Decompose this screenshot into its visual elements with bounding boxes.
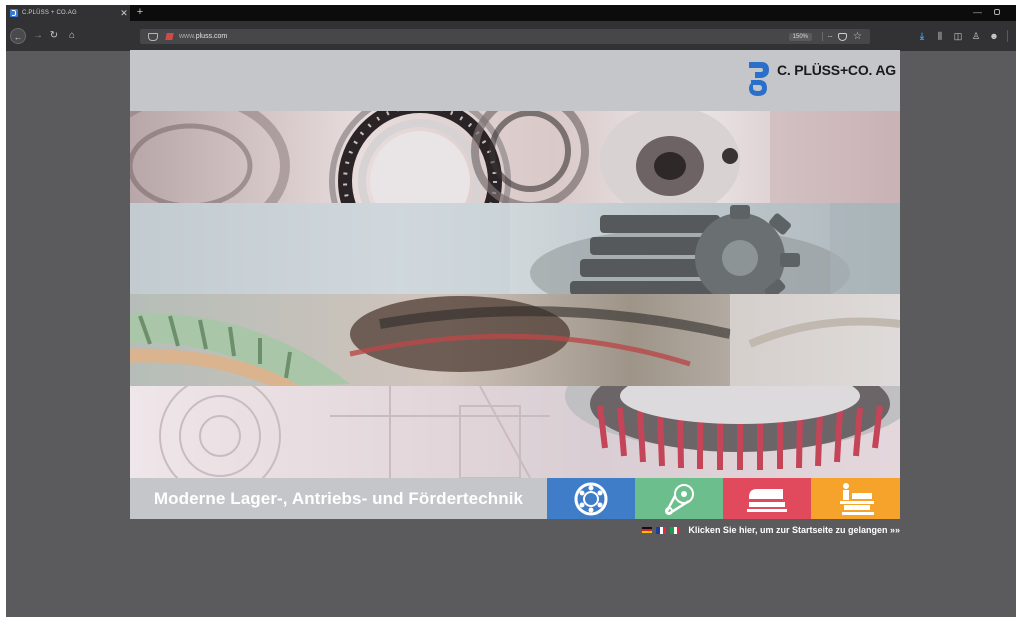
shield-icon[interactable]: [148, 32, 158, 41]
german-flag-icon[interactable]: [642, 526, 653, 534]
url-prefix: www.: [179, 33, 196, 40]
new-tab-button[interactable]: +: [134, 5, 146, 21]
divider: [1007, 30, 1008, 42]
category-bearing-button[interactable]: [547, 478, 635, 519]
browser-tab[interactable]: C.PLÜSS + CO.AG ✕: [6, 5, 130, 21]
bearing-icon: [574, 482, 608, 515]
library-icon[interactable]: ⫼: [935, 31, 945, 42]
category-conveyor-button[interactable]: [723, 478, 811, 519]
url-text[interactable]: www.pluss.com: [179, 33, 789, 40]
toolbar-icons: ⤓ ⫼ ◫ ♙ ☻: [917, 29, 1008, 43]
company-name: C. PLÜSS+CO. AG: [776, 62, 896, 78]
category-drive-button[interactable]: [635, 478, 723, 519]
pulley-photo-strip: [130, 386, 900, 478]
divider: [822, 32, 824, 41]
tagline-bar: Moderne Lager-, Antriebs- und Fördertech…: [130, 478, 547, 519]
category-lifting-button[interactable]: [811, 478, 900, 519]
url-domain: pluss.com: [195, 33, 228, 40]
french-flag-icon[interactable]: [656, 526, 667, 534]
belt-photo-strip: [130, 294, 900, 386]
belt-drive-icon: [665, 483, 694, 515]
back-icon[interactable]: ←: [10, 28, 26, 44]
minimize-icon[interactable]: —: [973, 5, 982, 19]
pocket-icon[interactable]: [838, 32, 848, 41]
tab-bar: C.PLÜSS + CO.AG ✕ + —: [6, 5, 1016, 21]
tab-title: C.PLÜSS + CO.AG: [22, 10, 77, 16]
italian-flag-icon[interactable]: [670, 526, 681, 534]
home-icon[interactable]: ⌂: [64, 28, 80, 44]
reload-icon[interactable]: ↻: [46, 28, 62, 44]
sidebar-icon[interactable]: ◫: [953, 31, 963, 42]
company-logo[interactable]: C. PLÜSS+CO. AG: [745, 58, 896, 100]
site-header: C. PLÜSS+CO. AG: [130, 50, 900, 111]
tagline-text: Moderne Lager-, Antriebs- und Fördertech…: [153, 488, 524, 508]
menu-icon[interactable]: ☻: [989, 31, 999, 41]
page-actions-icon[interactable]: ···: [827, 32, 833, 41]
site-favicon-icon: [10, 9, 18, 17]
account-icon[interactable]: ♙: [971, 31, 981, 42]
navigation-toolbar: ← → ↻ ⌂ www.pluss.com 150% ··· ☆ ⤓ ⫼ ◫ ♙…: [6, 21, 1016, 51]
restore-icon[interactable]: [994, 9, 1000, 15]
site-identity-icon[interactable]: [165, 33, 174, 40]
download-icon[interactable]: ⤓: [917, 31, 927, 42]
logo-mark-icon: [745, 58, 771, 100]
conveyor-icon: [747, 488, 787, 512]
forward-icon[interactable]: →: [30, 28, 46, 44]
enter-homepage-link[interactable]: Klicken Sie hier, um zur Startseite zu g…: [688, 525, 900, 535]
lifting-table-icon: [839, 482, 874, 515]
star-icon[interactable]: ☆: [853, 31, 862, 42]
language-link-row: Klicken Sie hier, um zur Startseite zu g…: [130, 523, 900, 537]
gear-photo-strip: [130, 203, 900, 294]
splash-page: C. PLÜSS+CO. AG Moderne Lager-, Antriebs…: [130, 50, 900, 519]
bearing-photo-strip: [130, 111, 900, 203]
address-bar[interactable]: www.pluss.com 150% ··· ☆: [140, 29, 870, 44]
zoom-level-button[interactable]: 150%: [788, 32, 813, 41]
tab-close-icon[interactable]: ✕: [118, 5, 130, 21]
